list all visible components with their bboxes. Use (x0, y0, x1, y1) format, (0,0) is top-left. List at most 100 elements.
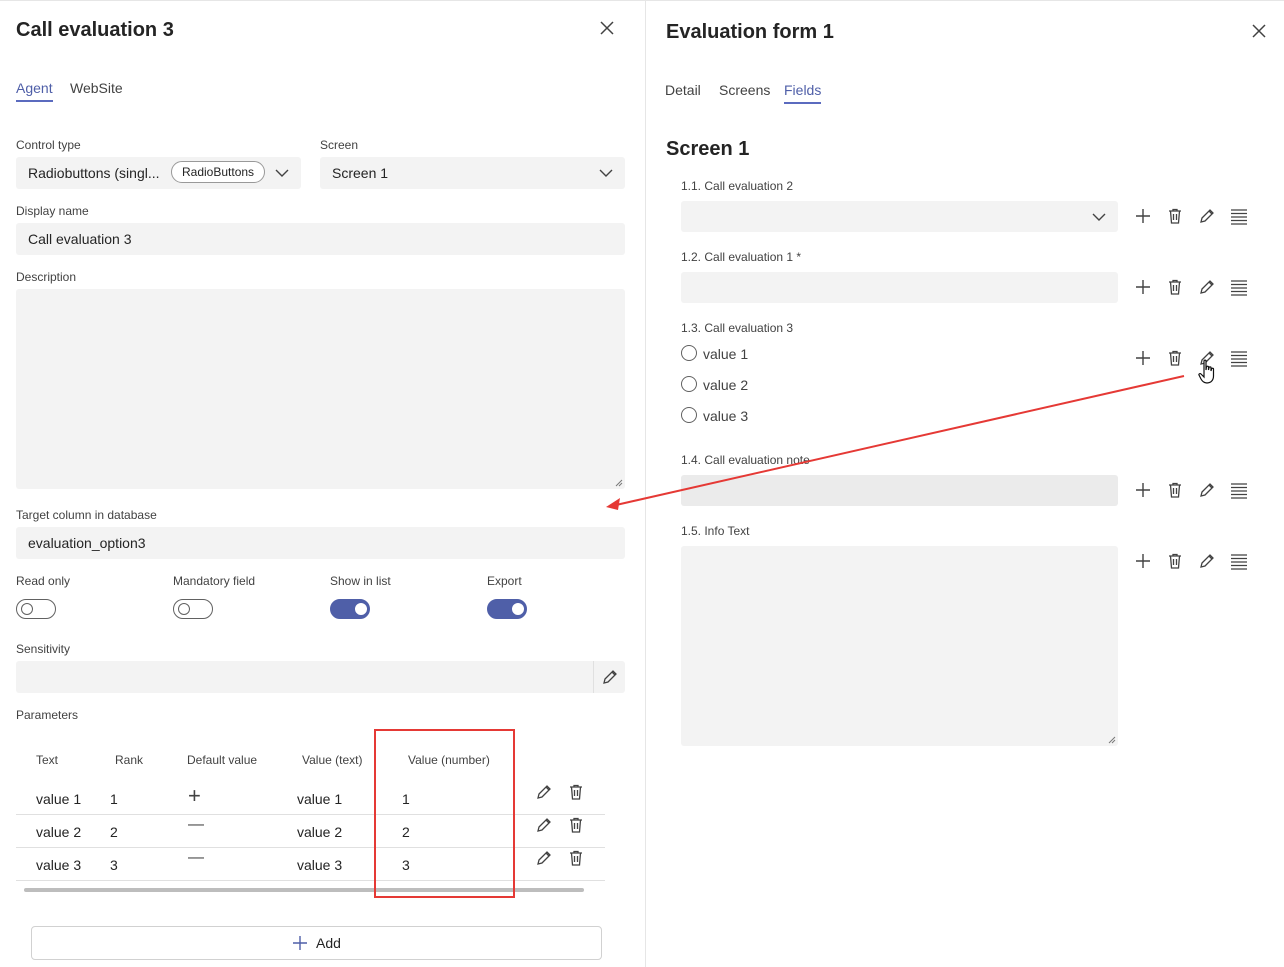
field-actions (1132, 550, 1252, 574)
mandatory-field-toggle[interactable] (173, 599, 213, 619)
table-row: value 3 3 — value 3 3 (16, 849, 605, 881)
screen-dropdown[interactable]: Screen 1 (320, 157, 625, 189)
radio-label: value 1 (703, 346, 749, 362)
col-header-value-text: Value (text) (302, 753, 363, 767)
target-column-value: evaluation_option3 (28, 535, 146, 551)
display-name-label: Display name (16, 204, 89, 218)
pencil-icon[interactable] (1196, 205, 1218, 227)
drag-lines-icon[interactable] (1228, 205, 1250, 227)
call-evaluation-1-input[interactable] (681, 272, 1118, 303)
export-label: Export (487, 574, 522, 588)
row-rank: 3 (110, 857, 118, 873)
target-column-input[interactable]: evaluation_option3 (16, 527, 625, 559)
description-label: Description (16, 270, 77, 284)
tab-detail[interactable]: Detail (665, 82, 701, 102)
radio-option[interactable] (681, 345, 697, 361)
mandatory-field-label: Mandatory field (173, 574, 256, 588)
read-only-toggle[interactable] (16, 599, 56, 619)
row-divider (16, 880, 605, 881)
radio-option[interactable] (681, 407, 697, 423)
row-value-text: value 2 (297, 824, 343, 840)
trash-icon[interactable] (565, 814, 587, 836)
drag-lines-icon[interactable] (1228, 479, 1250, 501)
description-textarea[interactable] (16, 289, 625, 489)
sensitivity-label: Sensitivity (16, 642, 71, 656)
plus-icon[interactable] (1132, 550, 1154, 572)
screen-heading: Screen 1 (666, 138, 750, 160)
radio-label: value 3 (703, 408, 749, 424)
row-text: value 3 (36, 857, 82, 873)
control-type-dropdown[interactable]: Radiobuttons (singl... RadioButtons (16, 157, 301, 189)
parameters-label: Parameters (16, 708, 79, 722)
close-icon[interactable] (598, 19, 616, 41)
left-panel: Call evaluation 3 Agent WebSite Control … (0, 0, 645, 967)
right-panel: Evaluation form 1 Detail Screens Fields … (646, 0, 1284, 967)
radio-option[interactable] (681, 376, 697, 392)
plus-icon[interactable] (1132, 276, 1154, 298)
export-toggle[interactable] (487, 599, 527, 619)
add-label: Add (316, 935, 341, 951)
chevron-down-icon (275, 165, 289, 181)
chevron-down-icon (599, 165, 613, 181)
pencil-icon[interactable] (533, 781, 555, 803)
tab-website[interactable]: WebSite (70, 80, 123, 100)
pencil-icon[interactable] (533, 814, 555, 836)
show-in-list-toggle[interactable] (330, 599, 370, 619)
tab-agent[interactable]: Agent (16, 80, 53, 102)
field-label: 1.4. Call evaluation note (681, 453, 810, 467)
default-value-dash[interactable]: — (188, 849, 204, 867)
row-rank: 2 (110, 824, 118, 840)
drag-lines-icon[interactable] (1228, 347, 1250, 369)
call-evaluation-note-input[interactable] (681, 475, 1118, 506)
info-text-textarea[interactable] (681, 546, 1118, 746)
col-header-rank: Rank (115, 753, 144, 767)
tab-screens[interactable]: Screens (719, 82, 770, 102)
call-evaluation-2-dropdown[interactable] (681, 201, 1118, 232)
add-button[interactable]: Add (31, 926, 602, 960)
resize-handle-icon[interactable] (615, 479, 623, 487)
plus-icon[interactable] (1132, 347, 1154, 369)
hand-cursor-icon (1198, 359, 1215, 384)
panel-title: Evaluation form 1 (666, 21, 834, 43)
field-label: 1.2. Call evaluation 1 * (681, 250, 802, 264)
trash-icon[interactable] (1164, 276, 1186, 298)
trash-icon[interactable] (1164, 479, 1186, 501)
trash-icon[interactable] (565, 847, 587, 869)
trash-icon[interactable] (1164, 205, 1186, 227)
default-value-plus[interactable]: + (188, 785, 201, 807)
plus-icon[interactable] (1132, 205, 1154, 227)
drag-lines-icon[interactable] (1228, 550, 1250, 572)
row-value-text: value 1 (297, 791, 343, 807)
show-in-list-label: Show in list (330, 574, 391, 588)
control-type-value: Radiobuttons (singl... (28, 165, 160, 181)
radio-label: value 2 (703, 377, 749, 393)
read-only-label: Read only (16, 574, 71, 588)
target-column-label: Target column in database (16, 508, 157, 522)
pencil-icon[interactable] (1196, 479, 1218, 501)
field-actions (1132, 479, 1252, 503)
drag-lines-icon[interactable] (1228, 276, 1250, 298)
screen-label: Screen (320, 138, 359, 152)
display-name-input[interactable]: Call evaluation 3 (16, 223, 625, 255)
pencil-icon[interactable] (533, 847, 555, 869)
display-name-value: Call evaluation 3 (28, 231, 132, 247)
row-rank: 1 (110, 791, 118, 807)
tab-fields[interactable]: Fields (784, 82, 822, 104)
trash-icon[interactable] (565, 781, 587, 803)
sensitivity-input[interactable] (16, 661, 625, 693)
pencil-icon[interactable] (1196, 550, 1218, 572)
plus-icon[interactable] (1132, 479, 1154, 501)
col-header-default-value: Default value (187, 753, 258, 767)
close-icon[interactable] (1250, 22, 1268, 44)
row-value-text: value 3 (297, 857, 343, 873)
field-actions (1132, 347, 1252, 371)
resize-handle-icon[interactable] (1108, 736, 1116, 744)
row-text: value 1 (36, 791, 82, 807)
default-value-dash[interactable]: — (188, 816, 204, 834)
trash-icon[interactable] (1164, 347, 1186, 369)
pencil-icon[interactable] (1196, 276, 1218, 298)
sensitivity-edit-button[interactable] (593, 661, 625, 693)
col-header-text: Text (36, 753, 59, 767)
field-label: 1.3. Call evaluation 3 (681, 321, 794, 335)
trash-icon[interactable] (1164, 550, 1186, 572)
